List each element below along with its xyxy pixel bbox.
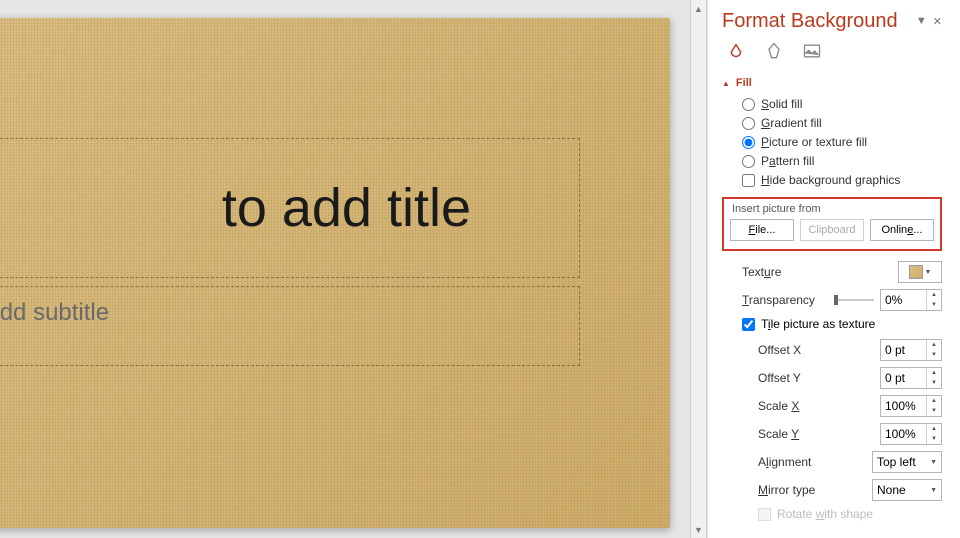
offset-y-input[interactable]: [881, 368, 926, 388]
rotate-with-shape-checkbox: Rotate with shape: [722, 507, 942, 521]
panel-close-icon[interactable]: ✕: [933, 15, 942, 28]
scale-x-spinner[interactable]: ▲▼: [880, 395, 942, 417]
scroll-down-arrow[interactable]: ▼: [691, 521, 706, 538]
hide-bg-checkbox[interactable]: Hide background graphics: [742, 173, 942, 187]
texture-dropdown[interactable]: ▼: [898, 261, 942, 283]
subtitle-placeholder-box[interactable]: ck to add subtitle: [0, 286, 580, 366]
title-placeholder-text: to add title: [0, 177, 471, 239]
scale-x-label: Scale X: [758, 399, 799, 413]
spin-up-icon[interactable]: ▲: [927, 290, 941, 300]
slide-editor-area: to add title ck to add subtitle: [0, 0, 690, 538]
texture-swatch-icon: [909, 265, 923, 279]
offset-x-input[interactable]: [881, 340, 926, 360]
picture-texture-fill-radio[interactable]: Picture or texture fill: [742, 135, 942, 149]
fill-section-header[interactable]: ▲ Fill: [722, 77, 942, 89]
alignment-dropdown[interactable]: Top left▼: [872, 451, 942, 473]
gradient-fill-radio[interactable]: Gradient fill: [742, 116, 942, 130]
spin-down-icon[interactable]: ▼: [927, 300, 941, 310]
picture-tab-icon[interactable]: [800, 39, 824, 63]
scale-x-input[interactable]: [881, 396, 926, 416]
scale-y-input[interactable]: [881, 424, 926, 444]
alignment-label: Alignment: [758, 455, 811, 469]
category-tabs: [722, 39, 942, 63]
title-placeholder-box[interactable]: to add title: [0, 138, 580, 278]
panel-options-dropdown-icon[interactable]: ▼: [916, 15, 927, 28]
clipboard-button: Clipboard: [800, 219, 864, 241]
tile-picture-checkbox[interactable]: Tile picture as texture: [722, 317, 942, 331]
chevron-down-icon: ▼: [930, 459, 937, 466]
effects-tab-icon[interactable]: [762, 39, 786, 63]
chevron-down-icon: ▼: [930, 487, 937, 494]
mirror-type-label: Mirror type: [758, 483, 815, 497]
transparency-slider[interactable]: [834, 299, 874, 301]
vertical-scrollbar[interactable]: ▲ ▼: [690, 0, 707, 538]
transparency-spinner[interactable]: ▲▼: [880, 289, 942, 311]
solid-fill-radio[interactable]: SSolid fillolid fill: [742, 97, 942, 111]
offset-x-label: Offset X: [758, 343, 801, 357]
online-button[interactable]: Online...: [870, 219, 934, 241]
offset-y-spinner[interactable]: ▲▼: [880, 367, 942, 389]
insert-picture-label: Insert picture from: [730, 203, 934, 215]
collapse-triangle-icon: ▲: [722, 79, 730, 88]
transparency-label: Transparency: [742, 293, 815, 307]
fill-tab-icon[interactable]: [724, 39, 748, 63]
slide-canvas[interactable]: to add title ck to add subtitle: [0, 18, 670, 528]
insert-picture-group: Insert picture from File... Clipboard On…: [722, 197, 942, 251]
chevron-down-icon: ▼: [925, 269, 932, 276]
scale-y-label: Scale Y: [758, 427, 799, 441]
disabled-checkbox-icon: [758, 508, 771, 521]
fill-section-label: Fill: [736, 77, 752, 89]
texture-label: Texture: [742, 265, 781, 279]
transparency-input[interactable]: [881, 290, 926, 310]
file-button[interactable]: File...: [730, 219, 794, 241]
scale-y-spinner[interactable]: ▲▼: [880, 423, 942, 445]
offset-x-spinner[interactable]: ▲▼: [880, 339, 942, 361]
panel-title: Format Background: [722, 10, 898, 33]
mirror-type-dropdown[interactable]: None▼: [872, 479, 942, 501]
offset-y-label: Offset Y: [758, 371, 801, 385]
subtitle-placeholder-text: ck to add subtitle: [0, 299, 109, 327]
scroll-up-arrow[interactable]: ▲: [691, 0, 706, 17]
pattern-fill-radio[interactable]: Pattern fill: [742, 154, 942, 168]
fill-type-options: SSolid fillolid fill Gradient fill Pictu…: [722, 97, 942, 187]
format-background-panel: Format Background ▼ ✕ ▲ Fill SSolid fill…: [708, 0, 960, 538]
